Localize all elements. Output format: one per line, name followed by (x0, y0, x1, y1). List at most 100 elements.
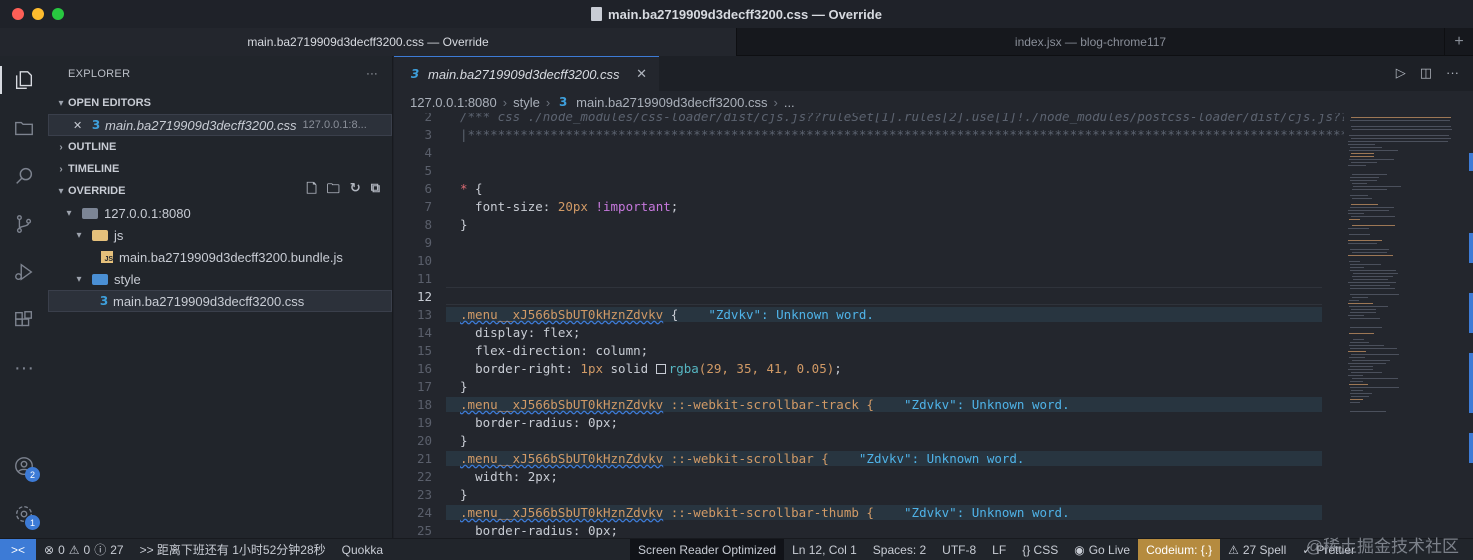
editor-tab-bar: 3 main.ba2719909d3decff3200.css ✕ ▷ ◫ ··… (394, 56, 1473, 91)
tree-item-js[interactable]: ▾ js (48, 224, 392, 246)
open-editor-item[interactable]: ✕ 3 main.ba2719909d3decff3200.css 127.0.… (48, 114, 392, 136)
indentation[interactable]: Spaces: 2 (865, 539, 934, 560)
language-mode[interactable]: {} CSS (1014, 539, 1066, 560)
tree-style-label: style (114, 271, 141, 287)
status-bar: >< ⊗ 0 ⚠ 0 ⓘ 27 >> 距离下班还有 1小时52分钟28秒 Quokka… (0, 538, 1473, 560)
minimap-line (1350, 156, 1374, 157)
new-folder-icon[interactable]: 🗀 (327, 180, 340, 202)
tree-item-js-file[interactable]: JS main.ba2719909d3decff3200.bundle.js (48, 246, 392, 268)
more-icon[interactable]: ··· (12, 356, 36, 380)
minimap-line (1350, 270, 1396, 271)
minimap-line (1352, 174, 1387, 175)
scroll-marker (1469, 433, 1473, 463)
close-tab-icon[interactable]: ✕ (636, 66, 647, 82)
account-icon[interactable]: 2 (12, 454, 40, 482)
line-number: 9 (424, 234, 432, 250)
minimap-line (1350, 264, 1381, 265)
window-tab-override[interactable]: main.ba2719909d3decff3200.css — Override (0, 28, 736, 56)
folder-icon[interactable] (12, 116, 36, 140)
minimap-line (1348, 243, 1377, 244)
override-section[interactable]: ▾ OVERRIDE 🗋 🗀 ↻ ⧉ (48, 180, 392, 202)
zoom-window-button[interactable] (52, 8, 64, 20)
code-line: 2 /*** css ./node_modules/css-loader/dist… (394, 113, 1344, 125)
search-icon[interactable] (12, 164, 36, 188)
code-line: 9 (394, 233, 1344, 251)
line-number: 14 (416, 324, 432, 340)
tree-item-root[interactable]: ▾ 127.0.0.1:8080 (48, 202, 392, 224)
scroll-marker (1469, 293, 1473, 333)
settings-gear-icon[interactable]: 1 (12, 502, 40, 530)
close-window-button[interactable] (12, 8, 24, 20)
tree-item-css-file[interactable]: 3 main.ba2719909d3decff3200.css (48, 290, 392, 312)
minimap-line (1350, 348, 1397, 349)
line-number: 11 (416, 270, 432, 286)
refresh-icon[interactable]: ↻ (350, 180, 361, 202)
minimap-line (1350, 267, 1364, 268)
code-decl: border-radius: 0px; (475, 414, 619, 430)
breadcrumb-symbol[interactable]: ... (784, 95, 795, 110)
extensions-icon[interactable] (12, 308, 36, 332)
watermark: @稀土掘金技术社区 (1305, 537, 1459, 556)
minimap-line (1353, 339, 1364, 340)
minimap-line (1350, 180, 1377, 181)
spell-item[interactable]: ⚠ 27 Spell (1220, 539, 1294, 560)
line-number: 18 (416, 396, 432, 412)
minimap-line (1351, 153, 1374, 154)
override-actions: 🗋 🗀 ↻ ⧉ (306, 180, 380, 202)
screen-reader-item[interactable]: Screen Reader Optimized (630, 538, 785, 560)
minimize-window-button[interactable] (32, 8, 44, 20)
window-tab-bar: main.ba2719909d3decff3200.css — Override… (0, 28, 1473, 56)
code-editor[interactable]: 2 /*** css ./node_modules/css-loader/dist… (394, 113, 1344, 538)
new-file-icon[interactable]: 🗋 (306, 180, 316, 202)
chevron-right-icon: › (59, 163, 63, 175)
minimap-line (1348, 141, 1448, 142)
more-actions-icon[interactable]: ··· (1446, 65, 1459, 81)
code-line: 4 (394, 143, 1344, 161)
minimap-line (1350, 381, 1363, 382)
line-number: 15 (416, 342, 432, 358)
files-icon[interactable] (12, 68, 36, 92)
line-number: 3 (424, 126, 432, 142)
run-icon[interactable]: ▷ (1396, 65, 1406, 81)
run-debug-icon[interactable] (12, 260, 36, 284)
split-editor-icon[interactable]: ◫ (1420, 65, 1432, 81)
tree-item-style[interactable]: ▾ style (48, 268, 392, 290)
outline-section[interactable]: › OUTLINE (48, 136, 392, 158)
js-file-icon: JS (101, 251, 113, 263)
countdown-item[interactable]: >> 距离下班还有 1小时52分钟28秒 (132, 539, 334, 560)
go-live-item[interactable]: ◉ Go Live (1066, 539, 1138, 560)
minimap[interactable] (1344, 113, 1454, 538)
editor-actions: ▷ ◫ ··· (1396, 65, 1459, 81)
explorer-header: EXPLORER ··· (48, 56, 392, 92)
explorer-more-icon[interactable]: ··· (366, 68, 378, 80)
color-swatch-icon[interactable] (655, 363, 666, 374)
line-number: 23 (416, 486, 432, 502)
breadcrumb-file[interactable]: main.ba2719909d3decff3200.css (576, 95, 767, 110)
problems-indicator[interactable]: ⊗ 0 ⚠ 0 ⓘ 27 (36, 539, 132, 560)
minimap-line (1348, 255, 1393, 256)
timeline-section[interactable]: › TIMELINE (48, 158, 392, 180)
close-icon[interactable]: ✕ (73, 119, 87, 132)
error-icon: ⊗ (44, 542, 55, 557)
remote-indicator[interactable]: >< (0, 538, 36, 560)
codeium-item[interactable]: Codeium: {.} (1138, 538, 1221, 560)
quokka-item[interactable]: Quokka (334, 539, 391, 560)
collapse-all-icon[interactable]: ⧉ (371, 180, 380, 202)
overview-ruler[interactable] (1467, 113, 1473, 538)
open-editors-section[interactable]: ▾ OPEN EDITORS (48, 92, 392, 114)
encoding[interactable]: UTF-8 (934, 539, 984, 560)
minimap-line (1348, 144, 1375, 145)
editor-tab-css[interactable]: 3 main.ba2719909d3decff3200.css ✕ (394, 56, 659, 91)
end-of-line[interactable]: LF (984, 539, 1014, 560)
new-window-tab-button[interactable]: + (1444, 28, 1473, 56)
code-line: 22 width: 2px; (394, 467, 1344, 485)
css-selector: .menu__xJ566bSbUT0kHznZdvkv (460, 396, 664, 412)
code-text: /*** css ./node_modules/css-loader/dist/… (460, 113, 1344, 124)
breadcrumb-folder[interactable]: style (513, 95, 540, 110)
window-tab-blog[interactable]: index.jsx — blog-chrome117 (736, 28, 1444, 56)
tree-js-label: js (114, 227, 124, 243)
cursor-position[interactable]: Ln 12, Col 1 (784, 539, 865, 560)
line-number: 13 (416, 306, 432, 322)
source-control-icon[interactable] (12, 212, 36, 236)
breadcrumb-host[interactable]: 127.0.0.1:8080 (410, 95, 497, 110)
